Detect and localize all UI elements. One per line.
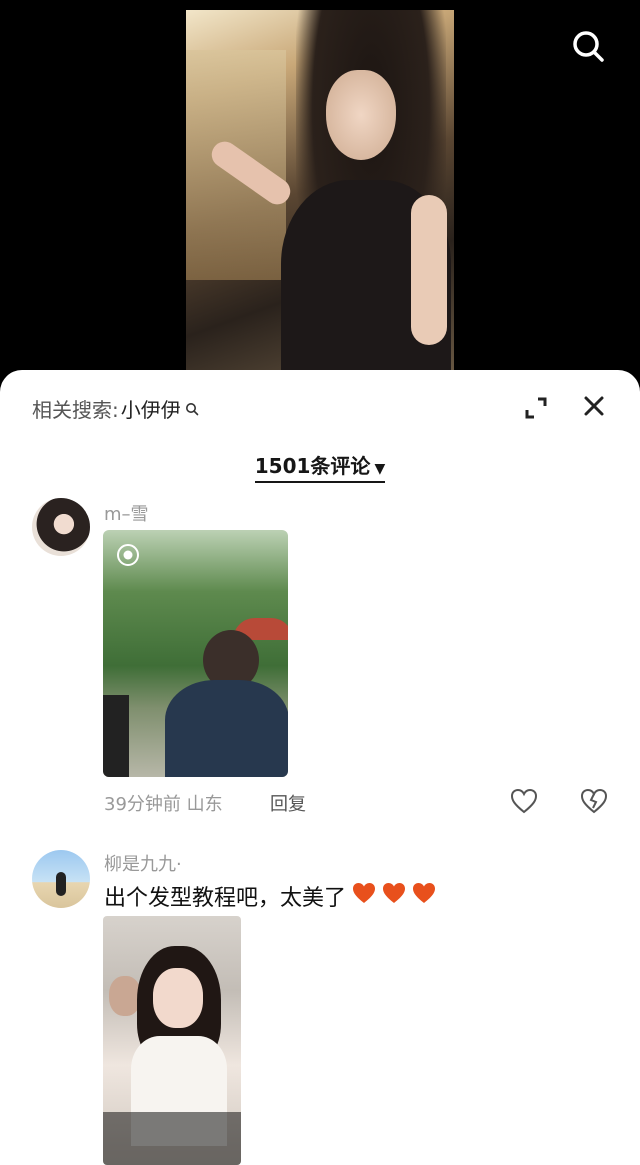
video-figure-arm-right — [411, 195, 447, 345]
search-icon[interactable] — [570, 28, 606, 64]
video-figure-face — [326, 70, 396, 160]
comment-count-dropdown[interactable]: 1501条评论 ▼ — [254, 450, 386, 483]
avatar-figure — [56, 872, 66, 896]
comment-image[interactable] — [103, 916, 241, 1165]
comment-count-wrap: 1501条评论 ▼ — [0, 450, 640, 483]
expand-icon[interactable] — [522, 394, 550, 422]
heart-emoji-icon — [412, 882, 436, 910]
close-icon[interactable] — [580, 392, 608, 420]
video-frame[interactable] — [186, 10, 454, 380]
video-player[interactable] — [0, 0, 640, 390]
image-pole — [103, 695, 129, 777]
image-caption-overlay — [103, 1112, 241, 1165]
related-search[interactable]: 相关搜索: 小伊伊 — [32, 394, 199, 423]
comment-text-row: 出个发型教程吧，太美了 — [104, 880, 436, 912]
comment-username[interactable]: m–雪 — [104, 500, 149, 526]
comment-count: 1501条评论 — [254, 454, 371, 478]
comment-text: 出个发型教程吧，太美了 — [104, 886, 347, 911]
image-face — [153, 968, 203, 1028]
comments-sheet: 相关搜索: 小伊伊 1501条评论 ▼ m–雪 39分钟前 山东 回复 柳是九九… — [0, 370, 640, 1165]
comment-username[interactable]: 柳是九九· — [104, 850, 182, 876]
reply-button[interactable]: 回复 — [270, 790, 306, 816]
related-search-label: 相关搜索: — [32, 398, 119, 422]
related-search-keyword[interactable]: 小伊伊 — [121, 394, 181, 423]
camera-icon — [115, 542, 141, 568]
comment-image[interactable] — [103, 530, 288, 777]
magnifier-icon — [185, 397, 199, 421]
broken-heart-icon[interactable] — [580, 788, 608, 814]
caret-down-icon: ▼ — [374, 461, 386, 477]
heart-emoji-icon — [352, 882, 376, 910]
heart-icon[interactable] — [510, 788, 538, 814]
comment-meta: 39分钟前 山东 — [104, 794, 223, 815]
avatar[interactable] — [32, 850, 90, 908]
avatar[interactable] — [32, 498, 90, 556]
heart-emoji-icon — [382, 882, 406, 910]
image-person — [165, 680, 288, 777]
